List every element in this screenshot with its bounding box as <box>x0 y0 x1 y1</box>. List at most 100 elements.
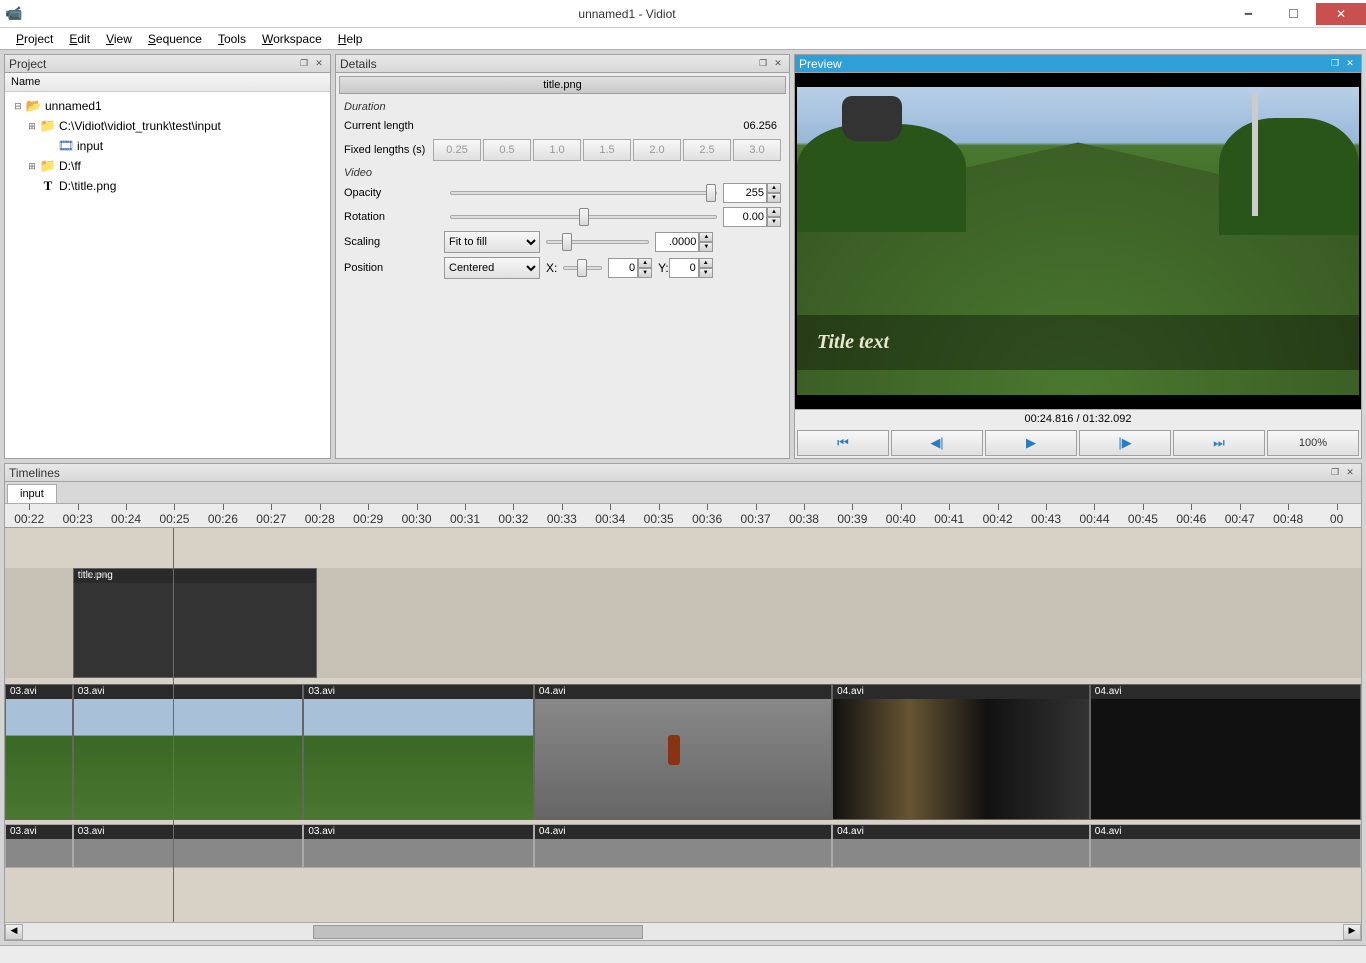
y-input[interactable] <box>669 258 699 278</box>
fixed-length-button[interactable]: 2.5 <box>683 139 731 161</box>
clip-label: 03.avi <box>6 825 72 839</box>
spin-down[interactable]: ▼ <box>638 268 652 278</box>
step-forward-button[interactable]: |▶ <box>1079 430 1171 456</box>
clip-label: 03.avi <box>304 825 533 839</box>
ruler-tick: 00:36 <box>683 504 731 527</box>
spin-down[interactable]: ▼ <box>699 268 713 278</box>
timelines-panel: Timelines ❐ ✕ input 00:2200:2300:2400:25… <box>4 463 1362 941</box>
menu-project[interactable]: Project <box>8 30 61 48</box>
timeline-tabs: input <box>5 482 1361 504</box>
audio-clip[interactable]: 03.avi <box>5 824 73 868</box>
panel-title: Project <box>9 57 46 71</box>
panel-close-icon[interactable]: ✕ <box>771 57 785 71</box>
timelines-panel-header[interactable]: Timelines ❐ ✕ <box>5 464 1361 482</box>
fixed-length-button[interactable]: 0.25 <box>433 139 481 161</box>
menu-view[interactable]: View <box>98 30 140 48</box>
preview-video[interactable]: Title text <box>797 75 1359 407</box>
tree-column-header[interactable]: Name <box>5 73 330 92</box>
folder-open-icon: 📂 <box>25 98 43 114</box>
video-clip[interactable]: 03.avi <box>73 684 304 820</box>
x-input[interactable] <box>608 258 638 278</box>
panel-restore-icon[interactable]: ❐ <box>1328 466 1342 480</box>
panel-restore-icon[interactable]: ❐ <box>297 57 311 71</box>
fixed-length-button[interactable]: 3.0 <box>733 139 781 161</box>
audio-clip[interactable]: 03.avi <box>303 824 534 868</box>
ruler-tick: 00:35 <box>634 504 682 527</box>
details-panel-header[interactable]: Details ❐ ✕ <box>336 55 789 73</box>
play-button[interactable]: ▶ <box>985 430 1077 456</box>
ruler-tick: 00:45 <box>1119 504 1167 527</box>
spin-up[interactable]: ▲ <box>767 183 781 193</box>
audio-clip[interactable]: 03.avi <box>73 824 304 868</box>
tree-item[interactable]: TD:\title.png <box>7 176 328 196</box>
expander-icon[interactable]: ⊟ <box>11 101 25 112</box>
video-clip[interactable]: 03.avi <box>303 684 534 820</box>
fixed-length-button[interactable]: 2.0 <box>633 139 681 161</box>
zoom-level[interactable]: 100% <box>1267 430 1359 456</box>
tree-item[interactable]: 🎞input <box>7 136 328 156</box>
preview-panel-header[interactable]: Preview ❐ ✕ <box>795 55 1361 73</box>
spin-up[interactable]: ▲ <box>699 232 713 242</box>
timeline-tab[interactable]: input <box>7 484 57 503</box>
panel-restore-icon[interactable]: ❐ <box>756 57 770 71</box>
fixed-length-button[interactable]: 1.5 <box>583 139 631 161</box>
playhead[interactable] <box>173 528 174 922</box>
tree-item[interactable]: ⊞📁C:\Vidiot\vidiot_trunk\test\input <box>7 116 328 136</box>
clip-label: 03.avi <box>74 685 303 699</box>
spin-down[interactable]: ▼ <box>767 217 781 227</box>
opacity-slider[interactable] <box>450 191 717 195</box>
panel-close-icon[interactable]: ✕ <box>1343 57 1357 71</box>
menu-sequence[interactable]: Sequence <box>140 30 210 48</box>
position-mode-select[interactable]: Centered <box>444 257 540 279</box>
step-back-button[interactable]: ◀| <box>891 430 983 456</box>
project-panel-header[interactable]: Project ❐ ✕ <box>5 55 330 73</box>
opacity-label: Opacity <box>344 187 444 199</box>
rotation-input[interactable] <box>723 207 767 227</box>
audio-clip[interactable]: 04.avi <box>1090 824 1361 868</box>
panel-close-icon[interactable]: ✕ <box>312 57 326 71</box>
tree-item[interactable]: ⊞📁D:\ff <box>7 156 328 176</box>
video-clip[interactable]: 04.avi <box>1090 684 1361 820</box>
spin-up[interactable]: ▲ <box>767 207 781 217</box>
tree-item[interactable]: ⊟📂unnamed1 <box>7 96 328 116</box>
spin-down[interactable]: ▼ <box>767 193 781 203</box>
video-clip[interactable]: 04.avi <box>534 684 832 820</box>
go-end-button[interactable]: ⏭ <box>1173 430 1265 456</box>
spin-up[interactable]: ▲ <box>638 258 652 268</box>
menu-edit[interactable]: Edit <box>61 30 98 48</box>
close-button[interactable]: ✕ <box>1316 3 1366 25</box>
panel-restore-icon[interactable]: ❐ <box>1328 57 1342 71</box>
minimize-button[interactable]: ━ <box>1226 3 1271 25</box>
video-clip[interactable]: 03.avi <box>5 684 73 820</box>
menu-workspace[interactable]: Workspace <box>254 30 330 48</box>
timeline-tracks[interactable]: title.png 03.avi03.avi03.avi04.avi04.avi… <box>5 528 1361 922</box>
maximize-button[interactable]: ☐ <box>1271 3 1316 25</box>
expander-icon[interactable]: ⊞ <box>25 121 39 132</box>
scroll-right-icon[interactable]: ▶ <box>1343 924 1361 940</box>
x-slider[interactable] <box>563 266 602 270</box>
expander-icon[interactable]: ⊞ <box>25 161 39 172</box>
opacity-input[interactable] <box>723 183 767 203</box>
audio-clip[interactable]: 04.avi <box>534 824 832 868</box>
scaling-mode-select[interactable]: Fit to fill <box>444 231 540 253</box>
go-start-button[interactable]: ⏮ <box>797 430 889 456</box>
clip-label: title.png <box>74 569 316 583</box>
panel-close-icon[interactable]: ✕ <box>1343 466 1357 480</box>
scroll-left-icon[interactable]: ◀ <box>5 924 23 940</box>
timeline-hscroll[interactable]: ◀ ▶ <box>5 922 1361 940</box>
spin-down[interactable]: ▼ <box>699 242 713 252</box>
scroll-thumb[interactable] <box>313 925 643 939</box>
menu-help[interactable]: Help <box>330 30 371 48</box>
audio-clip[interactable]: 04.avi <box>832 824 1090 868</box>
spin-up[interactable]: ▲ <box>699 258 713 268</box>
title-clip[interactable]: title.png <box>73 568 317 678</box>
video-clip[interactable]: 04.avi <box>832 684 1090 820</box>
timeline-ruler[interactable]: 00:2200:2300:2400:2500:2600:2700:2800:29… <box>5 504 1361 528</box>
scaling-slider[interactable] <box>546 240 649 244</box>
menu-tools[interactable]: Tools <box>210 30 254 48</box>
fixed-length-button[interactable]: 0.5 <box>483 139 531 161</box>
project-tree: ⊟📂unnamed1⊞📁C:\Vidiot\vidiot_trunk\test\… <box>5 92 330 200</box>
fixed-length-button[interactable]: 1.0 <box>533 139 581 161</box>
rotation-slider[interactable] <box>450 215 717 219</box>
scaling-input[interactable] <box>655 232 699 252</box>
